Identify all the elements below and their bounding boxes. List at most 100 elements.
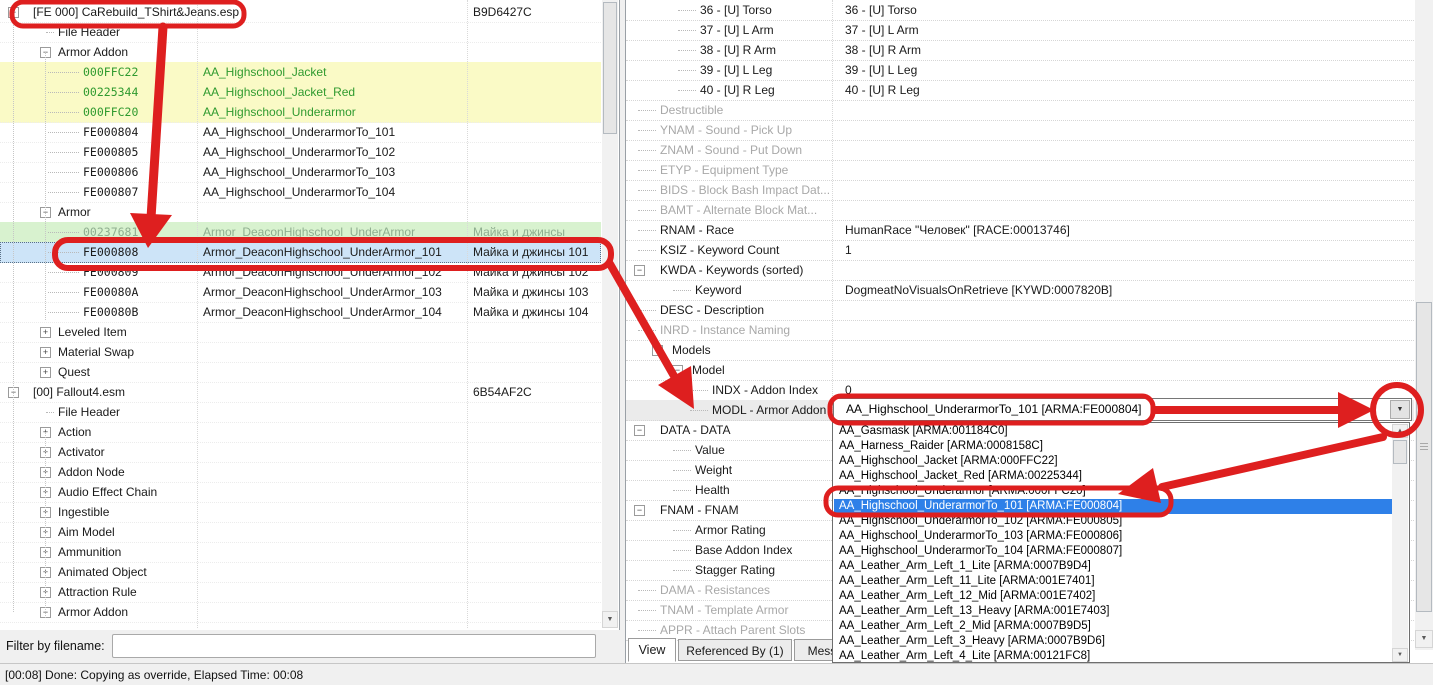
dropdown-item[interactable]: AA_Highschool_UnderarmorTo_102 [ARMA:FE0… <box>834 514 1398 529</box>
expand-toggle-icon[interactable]: + <box>40 327 51 338</box>
record-view-scrollbar[interactable]: ▼ <box>1415 0 1433 650</box>
field-row[interactable]: KeywordDogmeatNoVisualsOnRetrieve [KYWD:… <box>626 280 1414 301</box>
tree-row[interactable]: +Ingestible <box>0 502 601 523</box>
tree-row[interactable]: +Ammunition <box>0 542 601 563</box>
tree-row[interactable]: FE000807AA_Highschool_UnderarmorTo_104 <box>0 182 601 203</box>
dropdown-item[interactable]: AA_Highschool_UnderarmorTo_104 [ARMA:FE0… <box>834 544 1398 559</box>
expand-toggle-icon[interactable]: − <box>652 345 663 356</box>
field-row[interactable]: INRD - Instance Naming <box>626 320 1414 341</box>
scroll-up-button[interactable]: ▲ <box>1392 424 1408 438</box>
field-row[interactable]: ZNAM - Sound - Put Down <box>626 140 1414 161</box>
tab-referenced-by-[interactable]: Referenced By (1) <box>678 639 792 661</box>
tree-row[interactable]: 00225344AA_Highschool_Jacket_Red <box>0 82 601 103</box>
tree-row[interactable]: FE000809Armor_DeaconHighschool_UnderArmo… <box>0 262 601 283</box>
dropdown-scrollbar[interactable]: ▲ ▼ <box>1392 424 1408 662</box>
dropdown-item[interactable]: AA_Leather_Arm_Left_1_Lite [ARMA:0007B9D… <box>834 559 1398 574</box>
tree-row[interactable]: +Addon Node <box>0 462 601 483</box>
field-row[interactable]: 40 - [U] R Leg40 - [U] R Leg <box>626 80 1414 101</box>
tree-leader <box>638 230 656 231</box>
dropdown-item[interactable]: AA_Leather_Arm_Left_13_Heavy [ARMA:001E7… <box>834 604 1398 619</box>
field-row[interactable]: −KWDA - Keywords (sorted) <box>626 260 1414 281</box>
tree-row[interactable]: +Attraction Rule <box>0 582 601 603</box>
scrollbar-thumb[interactable] <box>603 2 617 134</box>
tree-row[interactable]: +Animated Object <box>0 562 601 583</box>
field-row[interactable]: MODL - Armor AddonAA_Highschool_Underarm… <box>626 400 1414 421</box>
tree-row[interactable]: 000FFC20AA_Highschool_Underarmor <box>0 102 601 123</box>
dropdown-item[interactable]: AA_Highschool_Jacket [ARMA:000FFC22] <box>834 454 1398 469</box>
dropdown-item[interactable]: AA_Leather_Arm_Left_11_Lite [ARMA:001E74… <box>834 574 1398 589</box>
scrollbar-thumb[interactable] <box>1393 440 1407 464</box>
armor-addon-combobox[interactable]: AA_Highschool_UnderarmorTo_101 [ARMA:FE0… <box>833 398 1412 421</box>
dropdown-item[interactable]: AA_Leather_Arm_Left_3_Heavy [ARMA:0007B9… <box>834 634 1398 649</box>
expand-toggle-icon[interactable]: − <box>672 365 683 376</box>
field-row[interactable]: KSIZ - Keyword Count1 <box>626 240 1414 261</box>
tree-row[interactable]: +Aim Model <box>0 522 601 543</box>
record-formid: FE000804 <box>83 122 138 142</box>
dropdown-item[interactable]: AA_Leather_Arm_Left_4_Lite [ARMA:00121FC… <box>834 649 1398 664</box>
dropdown-arrow-button[interactable]: ▼ <box>1390 400 1410 419</box>
dropdown-item[interactable]: AA_Leather_Arm_Left_2_Mid [ARMA:0007B9D5… <box>834 619 1398 634</box>
tree-row[interactable]: File Header <box>0 402 601 423</box>
field-row[interactable]: YNAM - Sound - Pick Up <box>626 120 1414 141</box>
tree-row[interactable]: 000FFC22AA_Highschool_Jacket <box>0 62 601 83</box>
dropdown-item[interactable]: AA_Highschool_UnderarmorTo_103 [ARMA:FE0… <box>834 529 1398 544</box>
scroll-down-button[interactable]: ▼ <box>602 611 618 628</box>
expand-toggle-icon[interactable]: + <box>40 367 51 378</box>
field-row[interactable]: BAMT - Alternate Block Mat... <box>626 200 1414 221</box>
tree-row[interactable]: +Leveled Item <box>0 322 601 343</box>
tree-row[interactable]: −[FE 000] CaRebuild_TShirt&Jeans.espB9D6… <box>0 2 601 23</box>
field-row[interactable]: −Models <box>626 340 1414 361</box>
field-row[interactable]: RNAM - RaceHumanRace "Человек" [RACE:000… <box>626 220 1414 241</box>
expand-toggle-icon[interactable]: − <box>634 265 645 276</box>
field-row[interactable]: BIDS - Block Bash Impact Dat... <box>626 180 1414 201</box>
tree-item-label: [00] Fallout4.esm <box>33 382 125 402</box>
field-row[interactable]: DESC - Description <box>626 300 1414 321</box>
status-text: [00:08] Done: Copying as override, Elaps… <box>5 668 303 682</box>
expand-toggle-icon[interactable]: − <box>634 505 645 516</box>
tree-row[interactable]: FE00080AArmor_DeaconHighschool_UnderArmo… <box>0 282 601 303</box>
tree-row[interactable]: FE000806AA_Highschool_UnderarmorTo_103 <box>0 162 601 183</box>
tree-row[interactable]: File Header <box>0 22 601 43</box>
tree-row[interactable]: −[00] Fallout4.esm6B54AF2C <box>0 382 601 403</box>
dropdown-item[interactable]: AA_Leather_Arm_Left_12_Mid [ARMA:001E740… <box>834 589 1398 604</box>
field-value: 38 - [U] R Arm <box>845 40 921 60</box>
record-editorid: AA_Highschool_UnderarmorTo_102 <box>203 142 395 162</box>
tree-leader <box>638 170 656 171</box>
tree-row[interactable]: +Audio Effect Chain <box>0 482 601 503</box>
left-tree-scrollbar[interactable]: ▼ <box>602 0 618 628</box>
scroll-down-button[interactable]: ▼ <box>1392 648 1408 662</box>
dropdown-item[interactable]: AA_Gasmask [ARMA:001184C0] <box>834 424 1398 439</box>
expand-toggle-icon[interactable]: + <box>40 347 51 358</box>
tree-row[interactable]: FE000808Armor_DeaconHighschool_UnderArmo… <box>0 242 601 263</box>
dropdown-item[interactable]: AA_Highschool_UnderarmorTo_101 [ARMA:FE0… <box>834 499 1398 514</box>
field-row[interactable]: Destructible <box>626 100 1414 121</box>
field-row[interactable]: 37 - [U] L Arm37 - [U] L Arm <box>626 20 1414 41</box>
field-row[interactable]: ETYP - Equipment Type <box>626 160 1414 181</box>
tree-row[interactable]: +Action <box>0 422 601 443</box>
tab-view[interactable]: View <box>628 638 676 662</box>
dropdown-item[interactable]: AA_Highschool_Underarmor [ARMA:000FFC20] <box>834 484 1398 499</box>
field-row[interactable]: −Model <box>626 360 1414 381</box>
record-name: Майка и джинсы <box>473 222 565 242</box>
tree-row[interactable]: FE00080BArmor_DeaconHighschool_UnderArmo… <box>0 302 601 323</box>
tree-row[interactable]: −Armor Addon <box>0 42 601 63</box>
tree-row[interactable]: +Quest <box>0 362 601 383</box>
field-row[interactable]: 38 - [U] R Arm38 - [U] R Arm <box>626 40 1414 61</box>
tree-row[interactable]: −Armor <box>0 202 601 223</box>
tree-row[interactable]: +Material Swap <box>0 342 601 363</box>
armor-addon-dropdown-list[interactable]: AA_Gasmask [ARMA:001184C0]AA_Harness_Rai… <box>832 422 1410 663</box>
field-row[interactable]: 36 - [U] Torso36 - [U] Torso <box>626 0 1414 21</box>
scrollbar-thumb[interactable] <box>1416 302 1432 612</box>
expand-toggle-icon[interactable]: − <box>634 425 645 436</box>
dropdown-item[interactable]: AA_Highschool_Jacket_Red [ARMA:00225344] <box>834 469 1398 484</box>
tree-row[interactable]: FE000805AA_Highschool_UnderarmorTo_102 <box>0 142 601 163</box>
tree-row[interactable]: −Armor Addon <box>0 602 601 623</box>
tree-row[interactable]: +Activator <box>0 442 601 463</box>
field-row[interactable]: 39 - [U] L Leg39 - [U] L Leg <box>626 60 1414 81</box>
scroll-down-button[interactable]: ▼ <box>1415 630 1433 648</box>
tree-row[interactable]: 00237681Armor_DeaconHighschool_UnderArmo… <box>0 222 601 243</box>
tree-row[interactable]: FE000804AA_Highschool_UnderarmorTo_101 <box>0 122 601 143</box>
record-formid: 000FFC22 <box>83 62 138 82</box>
dropdown-item[interactable]: AA_Harness_Raider [ARMA:0008158C] <box>834 439 1398 454</box>
filter-input[interactable] <box>112 634 596 658</box>
